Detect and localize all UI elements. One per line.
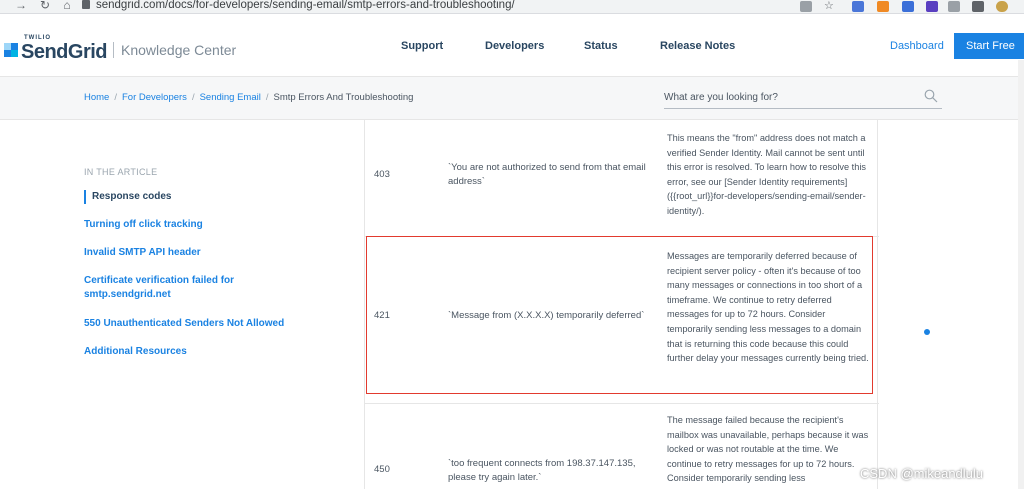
watermark: CSDN @mikeandlulu: [860, 466, 984, 481]
toc-heading: IN THE ARTICLE: [84, 167, 158, 177]
toc-item-550-unauthenticated[interactable]: 550 Unauthenticated Senders Not Allowed: [84, 317, 314, 331]
toc-item-certificate-verification[interactable]: Certificate verification failed for smtp…: [84, 274, 284, 302]
translate-icon[interactable]: [800, 1, 812, 12]
breadcrumb-separator: /: [114, 92, 117, 103]
url-text: sendgrid.com/docs/for-developers/sending…: [96, 0, 515, 11]
breadcrumb-current: Smtp Errors And Troubleshooting: [273, 92, 414, 103]
highlight-annotation-box: [366, 236, 873, 394]
toc-item-response-codes[interactable]: Response codes: [84, 190, 314, 204]
breadcrumb-bar: Home / For Developers / Sending Email / Smtp E…: [0, 77, 1024, 120]
extension-icon[interactable]: [852, 1, 864, 12]
nav-support[interactable]: Support: [401, 40, 443, 52]
search-icon[interactable]: [924, 89, 938, 103]
toc-item-click-tracking[interactable]: Turning off click tracking: [84, 218, 314, 232]
nav-release-notes[interactable]: Release Notes: [660, 40, 735, 52]
breadcrumb-separator: /: [191, 92, 195, 103]
row-description: The message failed because the recipient…: [667, 415, 869, 484]
extension-icon[interactable]: [926, 1, 938, 12]
row-code: 403: [374, 169, 390, 180]
row-message: `too frequent connects from 198.37.147.1…: [448, 458, 636, 483]
breadcrumb-for-developers[interactable]: For Developers: [122, 92, 187, 103]
search-box: [664, 87, 942, 109]
lock-icon: [82, 0, 90, 9]
table-row: 403 `You are not authorized to send from…: [365, 120, 879, 236]
star-icon[interactable]: ☆: [824, 1, 836, 12]
breadcrumb-sending-email[interactable]: Sending Email: [200, 92, 261, 103]
camera-icon[interactable]: [948, 1, 960, 12]
table-row: 450 `too frequent connects from 198.37.1…: [365, 404, 879, 494]
section-title[interactable]: Knowledge Center: [121, 42, 236, 58]
start-free-button[interactable]: Start Free: [954, 33, 1024, 59]
scroll-indicator-dot: [924, 329, 930, 335]
home-icon[interactable]: ⌂: [60, 0, 74, 12]
row-message: `You are not authorized to send from tha…: [448, 162, 646, 187]
extension-icon[interactable]: [877, 1, 889, 12]
breadcrumb-home[interactable]: Home: [84, 92, 109, 103]
breadcrumb-separator: /: [265, 92, 269, 103]
sendgrid-logo-mark-icon: [4, 43, 18, 57]
puzzle-icon[interactable]: [972, 1, 984, 12]
address-bar[interactable]: sendgrid.com/docs/for-developers/sending…: [82, 0, 782, 12]
dashboard-link[interactable]: Dashboard: [890, 40, 944, 52]
breadcrumb: Home / For Developers / Sending Email / Smtp E…: [84, 92, 413, 103]
toc-item-additional-resources[interactable]: Additional Resources: [84, 345, 314, 359]
toc-item-invalid-smtp-api-header[interactable]: Invalid SMTP API header: [84, 246, 314, 260]
logo-wordmark: SendGrid: [21, 41, 108, 63]
sendgrid-logo[interactable]: TWILIO SendGrid: [4, 35, 108, 63]
avatar[interactable]: [996, 1, 1008, 12]
nav-developers[interactable]: Developers: [485, 40, 544, 52]
row-description: This means the "from" address does not m…: [667, 133, 866, 216]
page-scrollbar[interactable]: [1018, 60, 1024, 489]
row-code: 450: [374, 464, 390, 475]
extension-icon[interactable]: [902, 1, 914, 12]
browser-toolbar: → ↻ ⌂ sendgrid.com/docs/for-developers/s…: [0, 0, 1024, 14]
nav-status[interactable]: Status: [584, 40, 618, 52]
header-divider: [113, 42, 114, 58]
reload-icon[interactable]: ↻: [38, 0, 52, 12]
search-input[interactable]: [664, 89, 914, 105]
back-arrow-icon[interactable]: →: [14, 0, 28, 12]
